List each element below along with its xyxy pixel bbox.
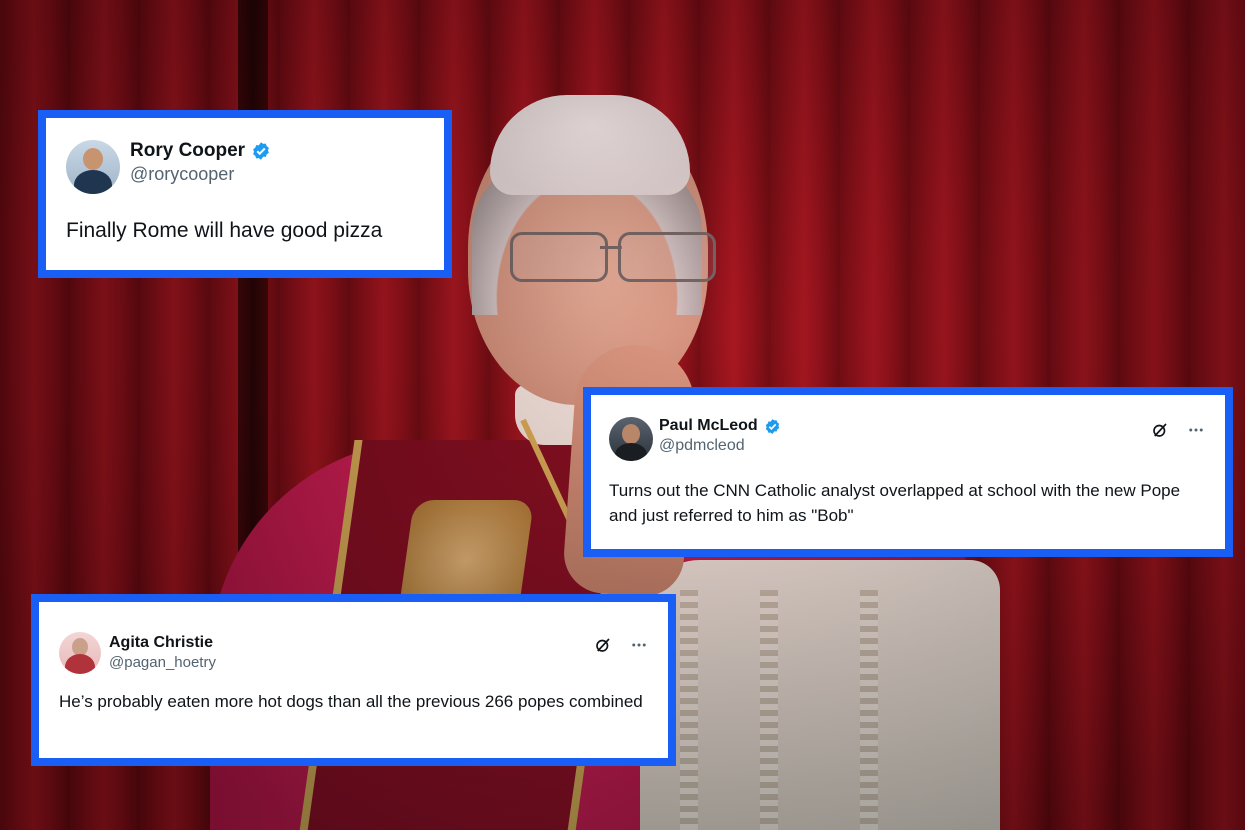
avatar-body: [65, 654, 95, 674]
user-handle[interactable]: @pdmcleod: [659, 437, 781, 455]
user-handle[interactable]: @pagan_hoetry: [109, 654, 216, 671]
avatar[interactable]: [59, 632, 101, 674]
grok-icon[interactable]: [1151, 421, 1169, 439]
verified-badge-icon: [253, 142, 269, 160]
tweet-card-paul-mcleod[interactable]: Paul McLeod @pdmcleod Turns out the CNN …: [583, 387, 1233, 557]
verified-badge-icon: [765, 418, 779, 434]
tweet-text: Finally Rome will have good pizza: [66, 219, 383, 242]
avatar-face: [622, 424, 640, 444]
grok-icon[interactable]: [594, 636, 612, 654]
tweet-card-rory-cooper[interactable]: Rory Cooper @rorycooper Finally Rome wil…: [38, 110, 452, 278]
tweet-text: He’s probably eaten more hot dogs than a…: [59, 692, 643, 711]
more-options-icon[interactable]: [630, 636, 648, 654]
avatar-body: [615, 443, 647, 461]
more-options-icon[interactable]: [1187, 421, 1205, 439]
tweet-text: Turns out the CNN Catholic analyst overl…: [609, 481, 1181, 525]
user-handle[interactable]: @rorycooper: [130, 164, 271, 185]
avatar[interactable]: [609, 417, 653, 461]
display-name[interactable]: Agita Christie: [109, 634, 213, 652]
tweet-card-agita-christie[interactable]: Agita Christie @pagan_hoetry He’s probab…: [31, 594, 676, 766]
avatar[interactable]: [66, 140, 120, 194]
avatar-face: [83, 148, 103, 170]
display-name[interactable]: Paul McLeod: [659, 417, 758, 435]
avatar-body: [74, 170, 112, 194]
display-name[interactable]: Rory Cooper: [130, 140, 245, 162]
